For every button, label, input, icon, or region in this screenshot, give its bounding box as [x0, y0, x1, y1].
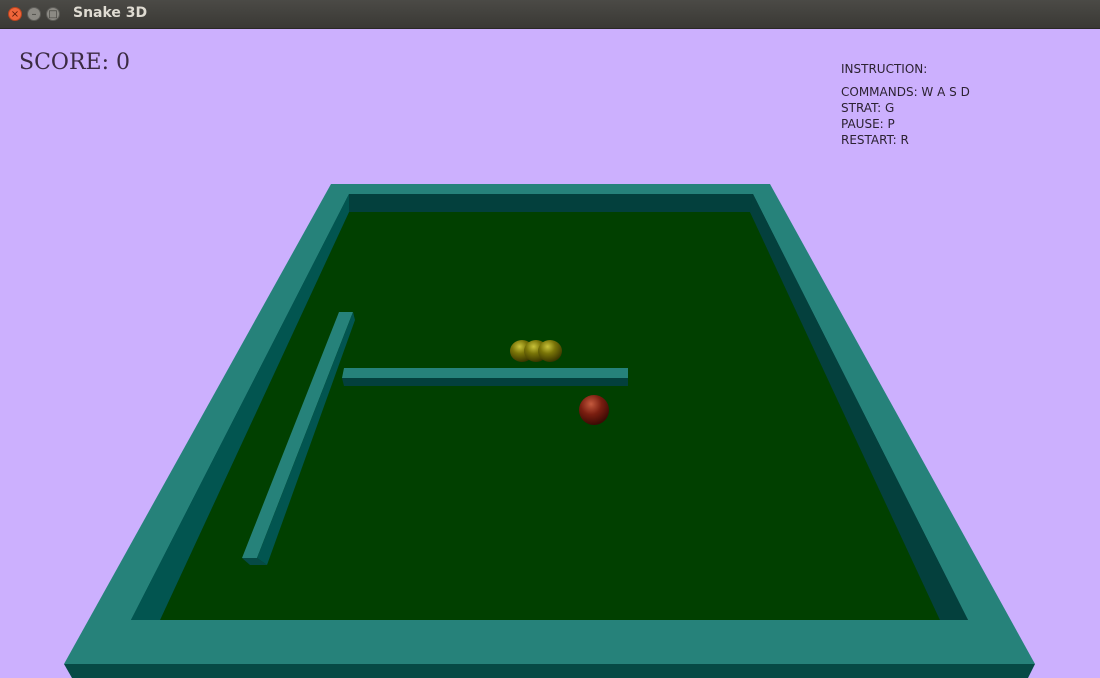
score-display: SCORE: 0 [19, 50, 130, 75]
instruction-restart: RESTART: R [841, 133, 909, 147]
food-apple [579, 395, 609, 425]
window-titlebar: × – □ Snake 3D [0, 0, 1100, 29]
snake-head [538, 340, 562, 362]
instructions-title: INSTRUCTION: [841, 62, 928, 76]
instructions-panel: INSTRUCTION: COMMANDS: W A S D STRAT: G … [841, 61, 970, 148]
instruction-pause: PAUSE: P [841, 117, 895, 131]
arena-floor [160, 212, 940, 620]
instruction-commands: COMMANDS: W A S D [841, 85, 970, 99]
obstacle-horizontal-wall-front [342, 378, 628, 386]
close-window-button[interactable]: × [8, 7, 22, 21]
arena-front-edge [64, 664, 1035, 678]
minimize-window-button[interactable]: – [27, 7, 41, 21]
obstacle-horizontal-wall-top [342, 368, 628, 378]
snake [510, 340, 562, 362]
window-title: Snake 3D [73, 5, 148, 21]
game-canvas[interactable]: SCORE: 0 INSTRUCTION: COMMANDS: W A S D … [0, 29, 1100, 678]
maximize-window-button[interactable]: □ [46, 7, 60, 21]
arena-top-inner-wall [349, 194, 753, 212]
instruction-start: STRAT: G [841, 101, 895, 115]
